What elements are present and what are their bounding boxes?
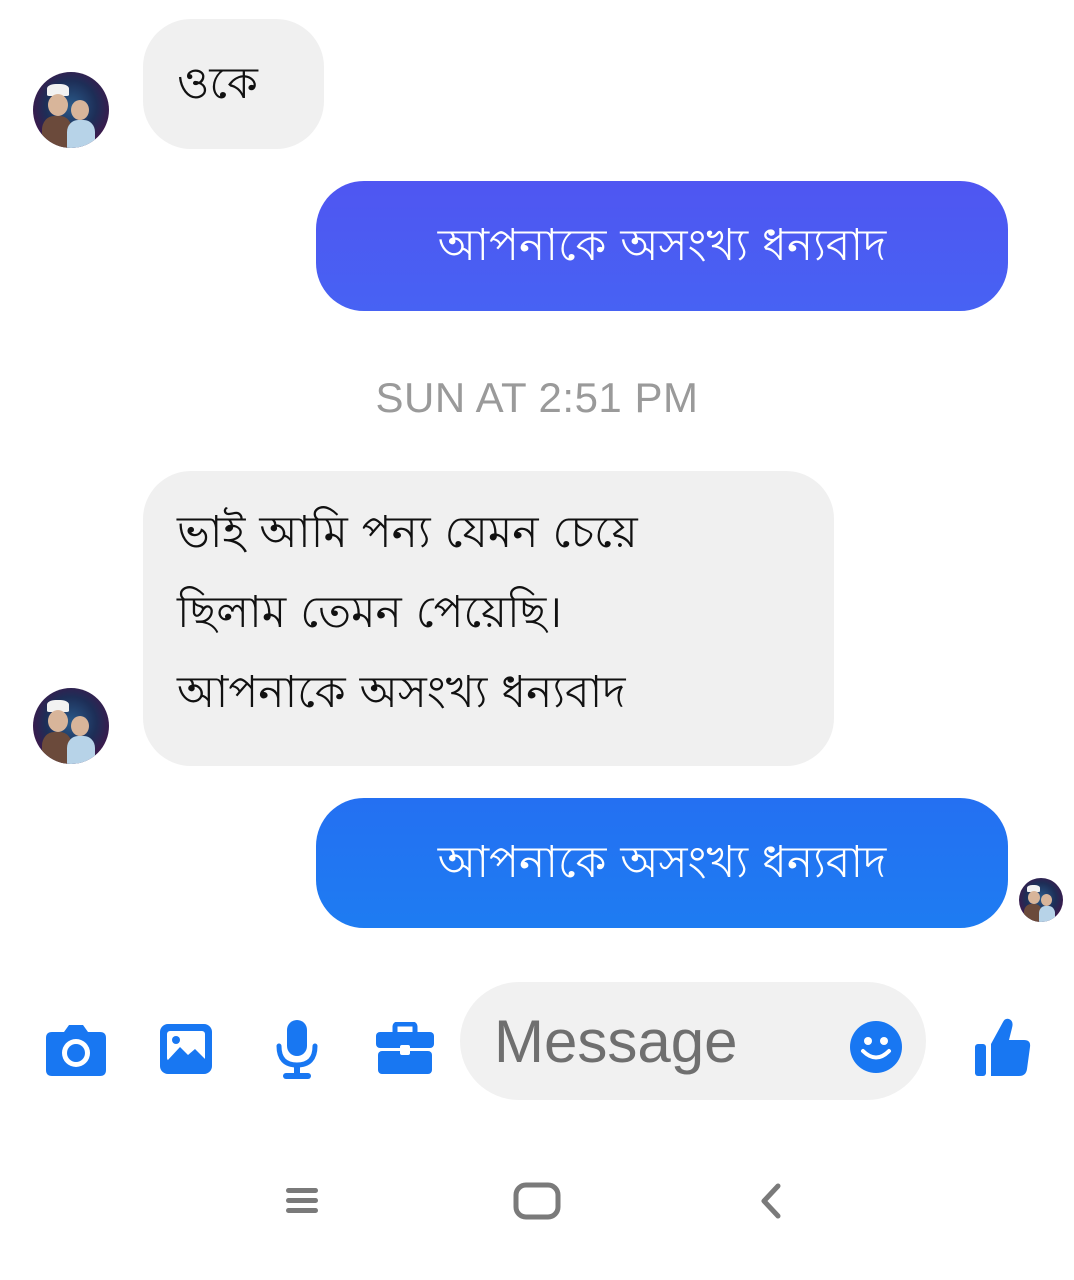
home-icon[interactable] (512, 1181, 562, 1221)
message-line: আপনাকে অসংখ্য ধন্যবাদ (177, 667, 626, 718)
avatar-face (48, 94, 68, 116)
briefcase-icon[interactable] (374, 1022, 436, 1076)
message-line: ভাই আমি পন্য যেমন চেয়ে (177, 507, 638, 558)
gallery-icon[interactable] (158, 1022, 214, 1076)
message-input[interactable] (494, 1004, 854, 1078)
contact-avatar[interactable] (33, 72, 109, 148)
avatar-face (71, 716, 89, 736)
camera-icon[interactable] (44, 1022, 108, 1078)
message-composer[interactable] (460, 982, 926, 1100)
microphone-icon[interactable] (274, 1018, 320, 1082)
emoji-icon[interactable] (849, 1020, 903, 1074)
message-text: ওকে (177, 58, 258, 109)
outgoing-message-bubble[interactable]: আপনাকে অসংখ্য ধন্যবাদ (316, 798, 1008, 928)
avatar-face (1041, 894, 1052, 906)
incoming-message-bubble[interactable]: ওকে (143, 19, 324, 149)
seen-avatar (1019, 878, 1063, 922)
avatar-face (71, 100, 89, 120)
message-text: আপনাকে অসংখ্য ধন্যবাদ (437, 837, 887, 888)
contact-avatar[interactable] (33, 688, 109, 764)
message-line: ছিলাম তেমন পেয়েছি। (177, 587, 563, 638)
incoming-message-bubble[interactable]: ভাই আমি পন্য যেমন চেয়ে ছিলাম তেমন পেয়ে… (143, 471, 834, 766)
avatar-body (1039, 906, 1055, 922)
message-text: আপনাকে অসংখ্য ধন্যবাদ (437, 220, 887, 271)
recent-apps-icon[interactable] (284, 1185, 320, 1217)
message-timestamp: SUN AT 2:51 PM (375, 374, 699, 421)
avatar-body (67, 120, 95, 148)
avatar-body (67, 736, 95, 764)
thumbs-up-icon[interactable] (972, 1016, 1032, 1080)
avatar-face (1028, 891, 1040, 904)
back-icon[interactable] (756, 1182, 786, 1220)
avatar-face (48, 710, 68, 732)
outgoing-message-bubble[interactable]: আপনাকে অসংখ্য ধন্যবাদ (316, 181, 1008, 311)
